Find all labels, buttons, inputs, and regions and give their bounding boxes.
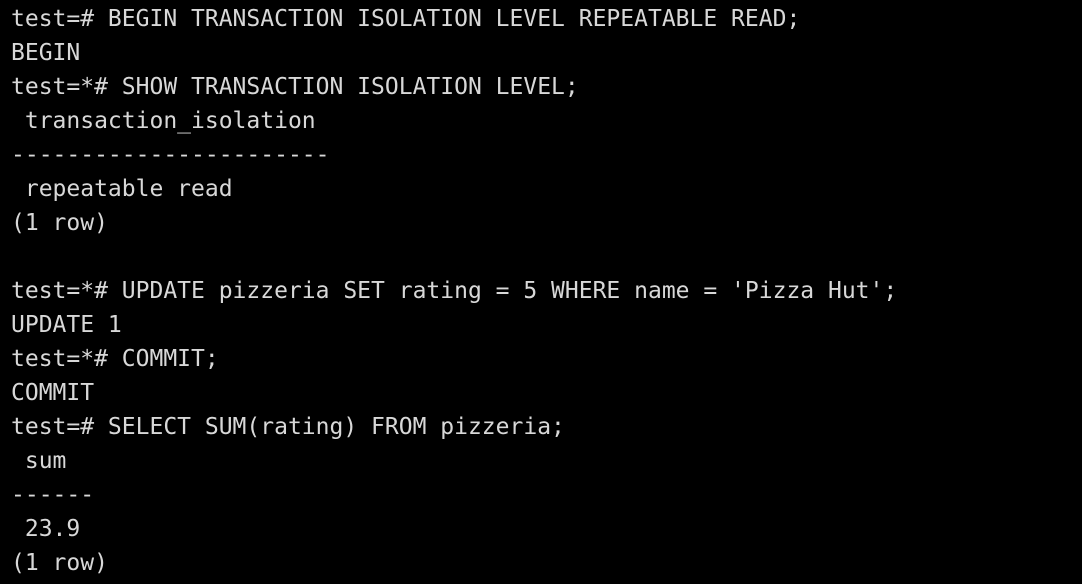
terminal-line-result-header: transaction_isolation bbox=[11, 108, 316, 134]
terminal-line-sum-header: sum bbox=[11, 448, 67, 474]
terminal-window[interactable]: test=# BEGIN TRANSACTION ISOLATION LEVEL… bbox=[0, 0, 1082, 584]
terminal-line-row-count: (1 row) bbox=[11, 210, 108, 236]
terminal-line-show-command: test=*# SHOW TRANSACTION ISOLATION LEVEL… bbox=[11, 74, 579, 100]
terminal-line-update-output: UPDATE 1 bbox=[11, 312, 122, 338]
terminal-line-select-command: test=# SELECT SUM(rating) FROM pizzeria; bbox=[11, 414, 565, 440]
terminal-line-sum-row-count: (1 row) bbox=[11, 550, 108, 576]
terminal-line-sum-separator: ------ bbox=[11, 482, 95, 508]
terminal-line-begin-command: test=# BEGIN TRANSACTION ISOLATION LEVEL… bbox=[11, 6, 801, 32]
terminal-line-result-value: repeatable read bbox=[11, 176, 233, 202]
terminal-line-result-separator: ----------------------- bbox=[11, 142, 330, 168]
terminal-line-update-command: test=*# UPDATE pizzeria SET rating = 5 W… bbox=[11, 278, 898, 304]
terminal-line-begin-output: BEGIN bbox=[11, 40, 81, 66]
terminal-line-sum-value: 23.9 bbox=[11, 516, 81, 542]
terminal-line-commit-command: test=*# COMMIT; bbox=[11, 346, 219, 372]
terminal-line-commit-output: COMMIT bbox=[11, 380, 95, 406]
